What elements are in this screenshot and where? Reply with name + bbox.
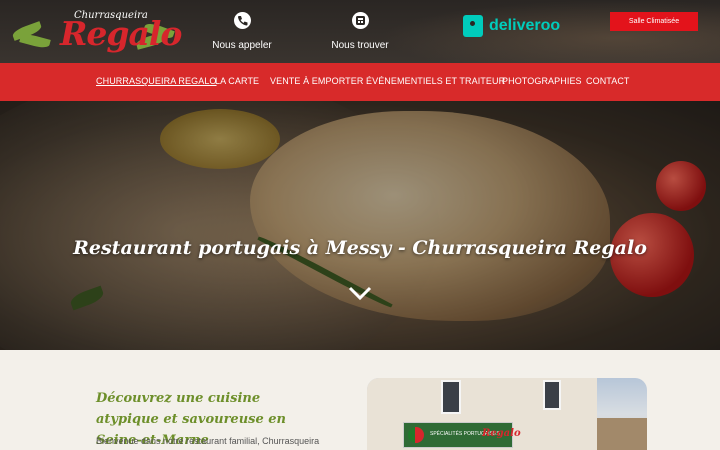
photo-roof [597,418,647,450]
photo-window [543,380,561,410]
intro-section: Découvrez une cuisine atypique et savour… [0,350,720,450]
find-label: Nous trouver [331,40,389,51]
hero-title: Restaurant portugais à Messy - Churrasqu… [73,237,647,259]
nav-item-vente-a-emporter[interactable]: VENTE À EMPORTER [270,76,363,86]
nav-item-contact[interactable]: CONTACT [586,76,630,86]
map-icon [351,12,369,29]
portugal-flag-icon [408,427,424,443]
restaurant-photo: SPÉCIALITÉS PORTUGAISES Regalo [367,378,647,450]
deliveroo-logo-icon [463,15,483,37]
phone-icon [233,12,251,29]
main-nav: CHURRASQUEIRA REGALO LA CARTE VENTE À EM… [0,63,720,101]
deliveroo-link[interactable]: deliveroo [463,14,560,38]
call-link[interactable]: Nous appeler [197,12,287,53]
call-label: Nous appeler [212,40,272,51]
site-logo[interactable]: Churrasqueira Regalo [11,4,182,60]
salle-climatisee-button[interactable]: Salle Climatisée [610,12,698,31]
chevron-down-icon[interactable] [348,284,372,304]
photo-window [441,380,461,414]
nav-item-churrasqueira-regalo[interactable]: CHURRASQUEIRA REGALO [96,76,217,86]
site-header: Churrasqueira Regalo Nous appeler Nous t… [0,0,720,63]
photo-sign: SPÉCIALITÉS PORTUGAISES Regalo [403,422,521,448]
leaf-decoration [19,32,51,50]
intro-text: Bienvenue dans notre restaurant familial… [96,436,320,446]
nav-item-la-carte[interactable]: LA CARTE [215,76,259,86]
photo-sign-logo: Regalo [482,428,521,439]
nav-item-photographies[interactable]: PHOTOGRAPHIES [502,76,582,86]
deliveroo-label: deliveroo [489,17,561,34]
hero-banner: Restaurant portugais à Messy - Churrasqu… [0,101,720,350]
find-link[interactable]: Nous trouver [315,12,405,53]
nav-item-evenementiels-traiteur[interactable]: ÉVÉNEMENTIELS ET TRAITEUR [366,76,505,86]
logo-title: Regalo [60,14,182,53]
hero-overlay [0,101,720,350]
